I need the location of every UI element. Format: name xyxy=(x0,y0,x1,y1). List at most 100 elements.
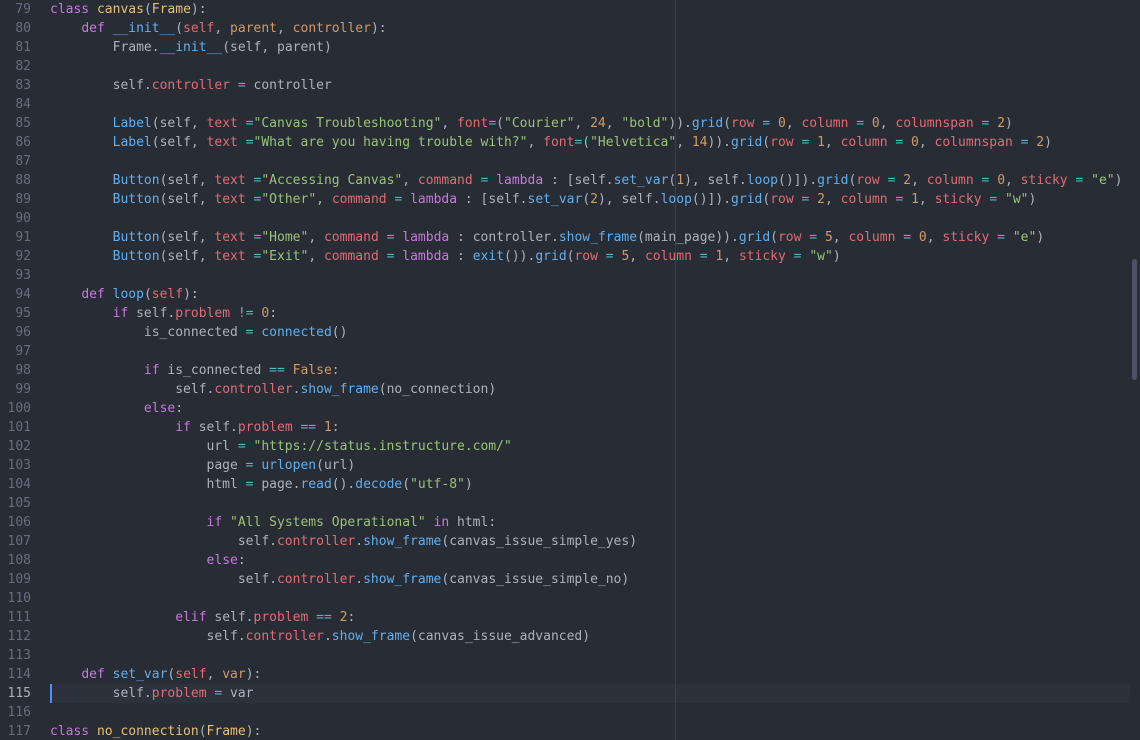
code-token: url xyxy=(50,439,238,454)
code-line[interactable]: self.controller.show_frame(no_connection… xyxy=(50,380,496,399)
code-token: def xyxy=(81,21,113,36)
line-number[interactable]: 101 xyxy=(0,418,31,437)
line-number[interactable]: 80 xyxy=(0,19,31,38)
line-number-gutter[interactable]: 79 80 81 82 83 84 85 86 87 88 89 90 91 92 93 94 95 96 97 98… xyxy=(0,0,42,740)
code-editor[interactable]: 79 80 81 82 83 84 85 86 87 88 89 90 91 92 93 94 95 96 97 98… xyxy=(0,0,1140,740)
code-token: , xyxy=(785,116,802,131)
code-line[interactable]: class canvas(Frame): xyxy=(50,0,207,19)
line-number[interactable]: 109 xyxy=(0,570,31,589)
code-line[interactable]: url = "https://status.instructure.com/" xyxy=(50,437,512,456)
line-number[interactable]: 117 xyxy=(0,722,31,740)
line-number[interactable]: 107 xyxy=(0,532,31,551)
code-token: 2 xyxy=(903,173,912,188)
code-line[interactable]: def loop(self): xyxy=(50,285,198,304)
line-number[interactable]: 88 xyxy=(0,171,31,190)
line-number[interactable]: 81 xyxy=(0,38,31,57)
code-line[interactable]: is_connected = connected() xyxy=(50,323,348,342)
code-line[interactable]: if is_connected == False: xyxy=(50,361,340,380)
line-number[interactable]: 87 xyxy=(0,152,31,171)
line-number[interactable]: 108 xyxy=(0,551,31,570)
line-number[interactable]: 102 xyxy=(0,437,31,456)
code-token: 0 xyxy=(918,230,927,245)
line-number[interactable]: 114 xyxy=(0,665,31,684)
line-number[interactable]: 84 xyxy=(0,95,31,114)
line-number[interactable]: 105 xyxy=(0,494,31,513)
line-number[interactable]: 91 xyxy=(0,228,31,247)
code-token: ( xyxy=(175,21,184,36)
line-number[interactable]: 82 xyxy=(0,57,31,76)
code-line[interactable]: self.controller.show_frame(canvas_issue_… xyxy=(50,627,591,646)
line-number[interactable]: 85 xyxy=(0,114,31,133)
line-number[interactable]: 99 xyxy=(0,380,31,399)
line-number[interactable]: 116 xyxy=(0,703,31,722)
line-number[interactable]: 100 xyxy=(0,399,31,418)
line-number[interactable]: 83 xyxy=(0,76,31,95)
vertical-scrollbar-thumb[interactable] xyxy=(1132,259,1137,380)
line-number[interactable]: 113 xyxy=(0,646,31,665)
line-number[interactable]: 104 xyxy=(0,475,31,494)
code-line[interactable]: self.controller.show_frame(canvas_issue_… xyxy=(50,532,637,551)
code-line[interactable]: html = page.read().decode("utf-8") xyxy=(50,475,473,494)
code-token: (self, xyxy=(151,116,207,131)
code-token: self. xyxy=(128,306,176,321)
code-line[interactable]: Button(self, text ="Accessing Canvas", c… xyxy=(50,171,1123,190)
line-number[interactable]: 93 xyxy=(0,266,31,285)
code-token: )). xyxy=(707,135,731,150)
code-line[interactable]: else: xyxy=(50,399,183,418)
line-number[interactable]: 110 xyxy=(0,589,31,608)
line-number[interactable]: 79 xyxy=(0,0,31,19)
code-token: sticky xyxy=(934,192,982,207)
code-token: : xyxy=(331,363,340,378)
line-number[interactable]: 94 xyxy=(0,285,31,304)
code-line[interactable]: page = urlopen(url) xyxy=(50,456,356,475)
code-line[interactable]: Frame.__init__(self, parent) xyxy=(50,38,332,57)
code-token: lambda xyxy=(402,249,450,264)
line-number[interactable]: 103 xyxy=(0,456,31,475)
line-number[interactable]: 86 xyxy=(0,133,31,152)
line-number[interactable]: 96 xyxy=(0,323,31,342)
code-line[interactable]: def set_var(self, var): xyxy=(50,665,261,684)
code-line[interactable]: Label(self, text ="Canvas Troubleshootin… xyxy=(50,114,1013,133)
line-number[interactable]: 98 xyxy=(0,361,31,380)
code-line[interactable]: self.controller = controller xyxy=(50,76,332,95)
code-line[interactable]: self.controller.show_frame(canvas_issue_… xyxy=(50,570,629,589)
line-number[interactable]: 97 xyxy=(0,342,31,361)
line-number[interactable]: 115 xyxy=(0,684,31,703)
code-token: self xyxy=(175,667,207,682)
code-token: , xyxy=(277,21,293,36)
line-number[interactable]: 106 xyxy=(0,513,31,532)
code-line[interactable]: elif self.problem == 2: xyxy=(50,608,355,627)
code-line[interactable]: Button(self, text ="Other", command = la… xyxy=(50,190,1037,209)
code-token: , xyxy=(1005,173,1021,188)
code-line[interactable]: else: xyxy=(50,551,246,570)
code-line[interactable]: def __init__(self, parent, controller): xyxy=(50,19,386,38)
code-line[interactable]: if "All Systems Operational" in html: xyxy=(50,513,497,532)
code-token: = xyxy=(699,249,708,264)
code-line[interactable]: if self.problem == 1: xyxy=(50,418,339,437)
line-number[interactable]: 90 xyxy=(0,209,31,228)
line-number[interactable]: 112 xyxy=(0,627,31,646)
code-token: (self, xyxy=(159,192,215,207)
code-line[interactable]: Button(self, text = "Home", command = lam… xyxy=(50,228,1045,247)
code-token: var xyxy=(222,686,254,701)
line-number[interactable]: 95 xyxy=(0,304,31,323)
code-token: 1 xyxy=(323,420,332,435)
code-token: , xyxy=(629,249,645,264)
code-line[interactable]: self.problem = var xyxy=(50,684,254,703)
code-line[interactable]: if self.problem != 0: xyxy=(50,304,277,323)
line-number[interactable]: 111 xyxy=(0,608,31,627)
line-number[interactable]: 89 xyxy=(0,190,31,209)
code-token: if xyxy=(175,420,191,435)
line-number[interactable]: 92 xyxy=(0,247,31,266)
code-area[interactable]: class canvas(Frame): def __init__(self, … xyxy=(50,0,1130,740)
code-line[interactable]: class no_connection(Frame): xyxy=(50,722,261,740)
code-line[interactable]: Button(self, text = "Exit", command = lam… xyxy=(50,247,841,266)
code-token: self. xyxy=(50,629,246,644)
code-line[interactable]: Label(self, text ="What are you having t… xyxy=(50,133,1052,152)
